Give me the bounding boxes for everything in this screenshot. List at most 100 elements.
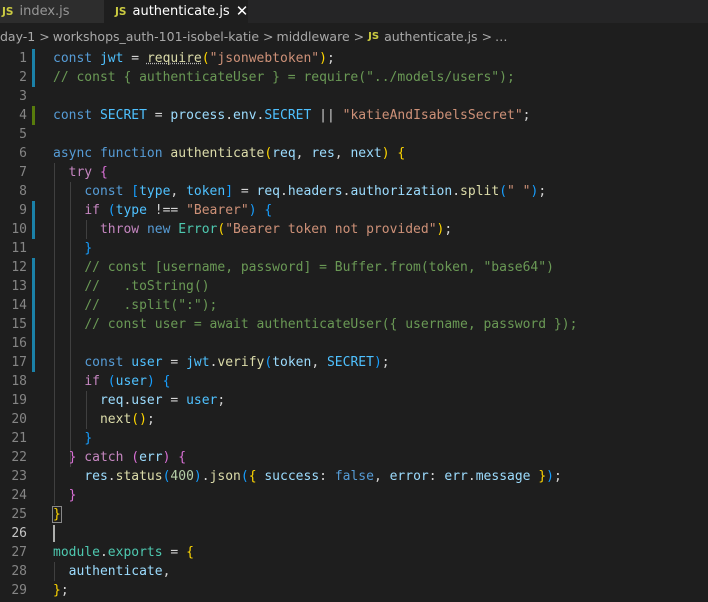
code-line[interactable]: 14 // .split(":"); (0, 296, 708, 315)
code-token: module (53, 545, 100, 560)
code-line[interactable]: 23 res.status(400).json({ success: false… (0, 467, 708, 486)
code-line[interactable]: 5 (0, 125, 708, 144)
code-token: message (475, 469, 531, 484)
code-line[interactable]: 21 } (0, 429, 708, 448)
code-token: jwt (186, 355, 210, 370)
code-line[interactable]: 16 (0, 334, 708, 353)
code-token: "jsonwebtoken" (209, 51, 320, 66)
code-text: try { (53, 163, 108, 182)
code-token: ; (538, 184, 547, 199)
code-token: false (334, 469, 374, 484)
code-line[interactable]: 28 authenticate, (0, 562, 708, 581)
code-line[interactable]: 13 // .toString() (0, 277, 708, 296)
code-token: // .toString() (84, 279, 210, 294)
code-token: req (256, 184, 281, 199)
breadcrumb-item-day-1[interactable]: day-1 (0, 29, 35, 44)
code-token: [ (131, 184, 140, 199)
code-text: const user = jwt.verify(token, SECRET); (53, 353, 390, 372)
code-token: status (115, 469, 163, 484)
code-token: verify (217, 355, 265, 370)
line-number: 27 (11, 545, 27, 560)
line-number: 9 (19, 203, 27, 218)
code-line[interactable]: 9 if (type !== "Bearer") { (0, 201, 708, 220)
code-token: const (53, 51, 100, 66)
code-line[interactable]: 22 } catch (err) { (0, 448, 708, 467)
code-line[interactable]: 8 const [type, token] = req.headers.auth… (0, 182, 708, 201)
code-token: . (452, 184, 461, 199)
code-token: ) (139, 412, 147, 427)
code-token: err (444, 469, 468, 484)
code-line[interactable]: 27 module.exports = { (0, 543, 708, 562)
code-line[interactable]: 10 throw new Error("Bearer token not pro… (0, 220, 708, 239)
code-line[interactable]: 15 // const user = await authenticateUse… (0, 315, 708, 334)
code-token: ; (381, 355, 390, 370)
code-line[interactable]: 2 // const { authenticateUser } = require… (0, 68, 708, 87)
code-token: if (84, 374, 108, 389)
code-line[interactable]: 3 (0, 87, 708, 106)
breadcrumb-item-middleware[interactable]: middleware (277, 29, 350, 44)
code-token: SECRET (326, 355, 374, 370)
code-text: res.status(400).json({ success: false, e… (53, 467, 562, 486)
code-token: , (311, 355, 327, 370)
code-token: SECRET (99, 108, 147, 123)
code-line[interactable]: 4 const SECRET = process.env.SECRET || "k… (0, 106, 708, 125)
code-text: const [type, token] = req.headers.author… (53, 182, 546, 201)
code-editor[interactable]: 1 const jwt = require("jsonwebtoken"); 2//… (0, 49, 708, 602)
line-number: 5 (19, 127, 27, 142)
code-line[interactable]: 6 async function authenticate(req, res, n… (0, 144, 708, 163)
code-text: // const { authenticateUser } = require(… (53, 68, 515, 87)
code-line[interactable]: 26 (0, 524, 708, 543)
code-token: } (538, 469, 547, 484)
code-line[interactable]: 11 } (0, 239, 708, 258)
code-text: throw new Error("Bearer token not provid… (53, 220, 452, 239)
code-line[interactable]: 29}; (0, 581, 708, 600)
code-token: ) (193, 469, 202, 484)
code-line[interactable]: 12 // const [username, password] = Buffe… (0, 258, 708, 277)
code-token: ) (373, 355, 382, 370)
code-line[interactable]: 1 const jwt = require("jsonwebtoken"); (0, 49, 708, 68)
code-token: headers (287, 184, 343, 199)
code-line[interactable]: 19 req.user = user; (0, 391, 708, 410)
code-token: // const user = await authenticateUser({… (84, 317, 578, 332)
code-token: = (123, 51, 147, 66)
breadcrumb-item-symbols[interactable]: … (495, 29, 508, 44)
code-token: = (162, 545, 187, 560)
code-token: ( (131, 450, 140, 465)
code-token: token (272, 355, 312, 370)
code-text: // .split(":"); (53, 296, 217, 315)
tab-authenticate-js[interactable]: JS authenticate.js ✕ (104, 0, 249, 23)
line-number: 16 (11, 336, 27, 351)
code-token: { (264, 203, 273, 218)
breadcrumb-item-file[interactable]: authenticate.js (384, 29, 477, 44)
code-line[interactable]: 24 } (0, 486, 708, 505)
code-text: // const [username, password] = Buffer.f… (53, 258, 554, 277)
code-line[interactable]: 18 if (user) { (0, 372, 708, 391)
code-line[interactable]: 7 try { (0, 163, 708, 182)
breadcrumb-item-workshop-folder[interactable]: workshops_auth-101-isobel-katie (53, 29, 259, 44)
line-number: 24 (11, 488, 27, 503)
close-icon[interactable]: ✕ (236, 4, 249, 19)
code-line[interactable]: 25} (0, 505, 708, 524)
line-number: 12 (11, 260, 27, 275)
code-text: } catch (err) { (53, 448, 186, 467)
code-token: { (178, 450, 187, 465)
tab-label: index.js (19, 4, 70, 19)
code-token: token (186, 184, 226, 199)
line-number: 14 (11, 298, 27, 313)
code-token: ) (546, 469, 554, 484)
code-token: ( (107, 374, 116, 389)
code-token: . (99, 545, 108, 560)
code-line[interactable]: 20 next(); (0, 410, 708, 429)
code-token: res (84, 469, 108, 484)
code-token: . (201, 469, 210, 484)
code-token: user (131, 393, 163, 408)
code-line[interactable]: 17 const user = jwt.verify(token, SECRET… (0, 353, 708, 372)
code-token: authenticate (68, 564, 163, 579)
tab-index-js[interactable]: JS index.js (0, 0, 104, 23)
